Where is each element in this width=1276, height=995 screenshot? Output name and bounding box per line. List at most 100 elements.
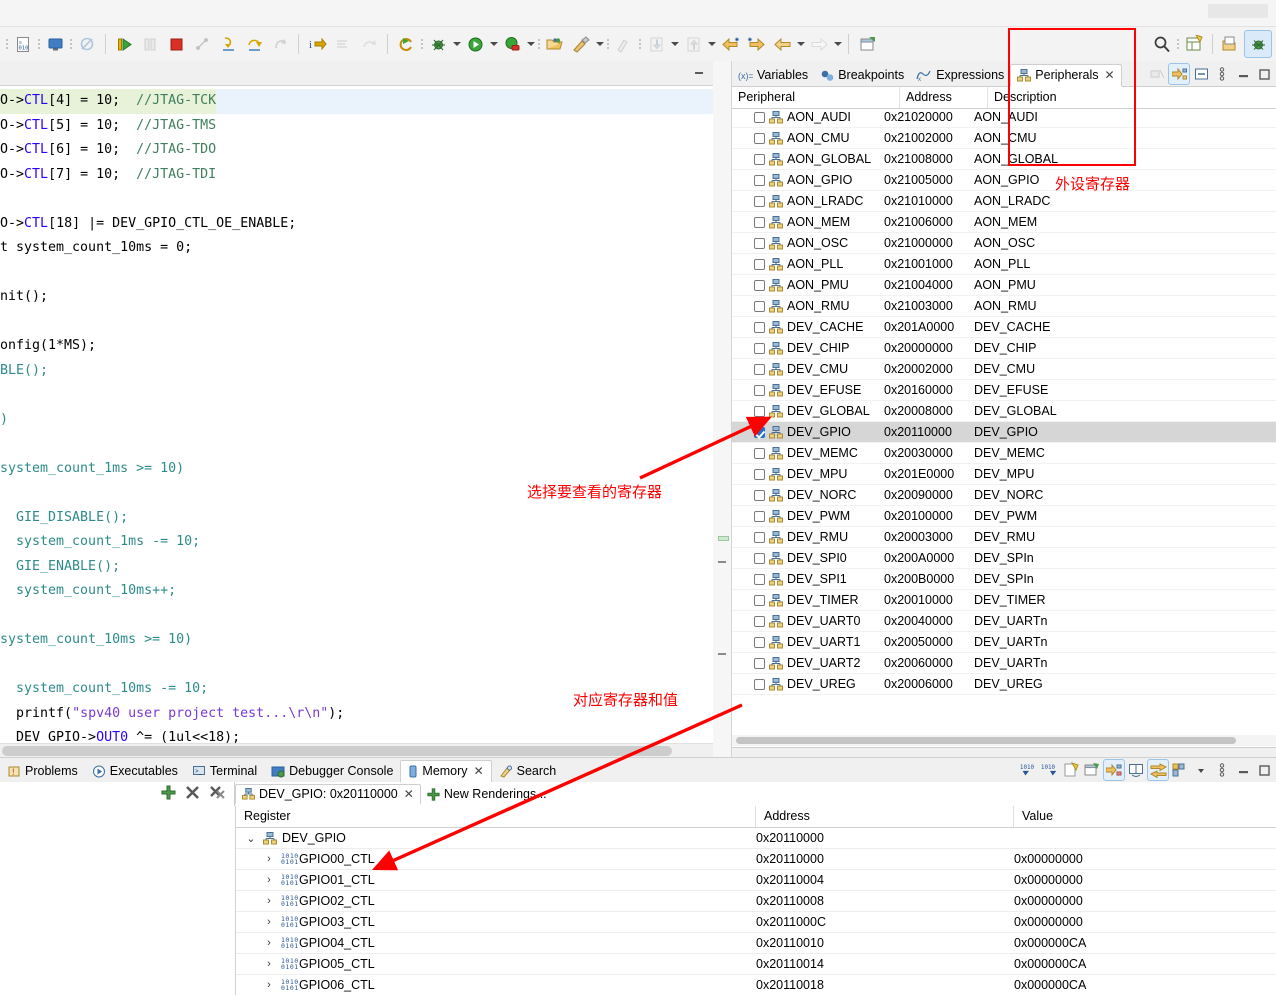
tab-breakpoints[interactable]: Breakpoints [814,65,910,86]
register-row[interactable]: ›10100101GPIO01_CTL0x201100040x00000000 [236,870,1276,891]
chevron-right-icon[interactable]: › [262,895,276,907]
step-return-icon[interactable] [267,31,293,57]
peripheral-name-cell[interactable]: DEV_NORC [732,488,884,502]
memory-monitors-pane[interactable] [0,806,235,995]
peripheral-name-cell[interactable]: DEV_EFUSE [732,383,884,397]
peripheral-name-cell[interactable]: DEV_UART2 [732,656,884,670]
back-icon[interactable] [769,31,795,57]
add-memory-monitor-icon[interactable] [161,785,176,803]
prev-annotation-icon[interactable]: ✷ [717,31,743,57]
close-icon[interactable]: ✕ [404,787,414,801]
coverage-dropdown-icon[interactable] [525,31,536,57]
clean-icon[interactable] [611,31,637,57]
toggle-sync-icon[interactable] [1147,759,1169,781]
editor-scroll-thumb[interactable] [2,746,672,756]
register-row[interactable]: ›10100101GPIO02_CTL0x201100080x00000000 [236,891,1276,912]
peripheral-checkbox[interactable] [754,637,765,648]
forward-dropdown-icon[interactable] [832,31,843,57]
peripheral-name-cell[interactable]: DEV_UREG [732,677,884,691]
next-page-icon[interactable]: 1010 [1019,760,1039,780]
peripherals-list[interactable]: AON_AUDI0x21020000AON_AUDIAON_CMU0x21002… [732,107,1276,735]
disconnect-icon[interactable] [189,31,215,57]
column-header-peripheral[interactable]: Peripheral [732,87,900,108]
peripheral-checkbox[interactable] [754,217,765,228]
skip-breakpoints-icon[interactable] [74,31,100,57]
peripheral-row[interactable]: DEV_CHIP0x20000000DEV_CHIP [732,338,1276,359]
peripheral-row[interactable]: AON_PLL0x21001000AON_PLL [732,254,1276,275]
peripheral-checkbox[interactable] [754,679,765,690]
chevron-down-icon[interactable]: ⌄ [244,832,258,845]
step-over-icon[interactable] [241,31,267,57]
peripheral-name-cell[interactable]: DEV_SPI0 [732,551,884,565]
peripheral-name-cell[interactable]: DEV_GLOBAL [732,404,884,418]
peripheral-row[interactable]: DEV_CACHE0x201A0000DEV_CACHE [732,317,1276,338]
debug-dropdown-icon[interactable] [451,31,462,57]
peripheral-checkbox[interactable] [754,133,765,144]
peripheral-name-cell[interactable]: DEV_CACHE [732,320,884,334]
terminate-icon[interactable] [163,31,189,57]
view-toolbar[interactable] [1147,63,1274,85]
peripheral-name-cell[interactable]: AON_CMU [732,131,884,145]
peripheral-name-cell[interactable]: AON_LRADC [732,194,884,208]
column-header-address[interactable]: Address [756,806,1014,827]
close-icon[interactable]: ✕ [474,764,484,778]
peripheral-name-cell[interactable]: AON_GPIO [732,173,884,187]
run-icon[interactable] [462,31,488,57]
peripheral-name-cell[interactable]: DEV_GPIO [732,425,884,439]
peripheral-checkbox[interactable] [754,616,765,627]
register-row[interactable]: ›10100101GPIO05_CTL0x201100140x000000CA [236,954,1276,975]
layout-dropdown-icon[interactable] [1191,760,1211,780]
prev-page-icon[interactable]: 1010 [1040,760,1060,780]
peripheral-checkbox[interactable] [754,658,765,669]
peripheral-row[interactable]: AON_GPIO0x21005000AON_GPIO [732,170,1276,191]
peripheral-row[interactable]: DEV_SPI00x200A0000DEV_SPIn [732,548,1276,569]
peripheral-checkbox[interactable] [754,322,765,333]
peripheral-row[interactable]: AON_AUDI0x21020000AON_AUDI [732,107,1276,128]
peripheral-checkbox[interactable] [754,112,765,123]
peripheral-checkbox[interactable] [754,343,765,354]
debug-perspective-icon[interactable] [1244,30,1272,58]
peripheral-name-cell[interactable]: DEV_SPI1 [732,572,884,586]
peripheral-row[interactable]: DEV_GPIO0x20110000DEV_GPIO [732,422,1276,443]
step-over-disabled-icon[interactable] [356,31,382,57]
editor-horizontal-scrollbar[interactable]: ▶ [0,743,731,758]
peripheral-checkbox[interactable] [754,280,765,291]
export-icon[interactable] [680,31,706,57]
column-header-value[interactable]: Value [1014,806,1276,827]
register-name-cell[interactable]: ›10100101GPIO03_CTL [236,915,756,929]
peripheral-row[interactable]: DEV_UREG0x20006000DEV_UREG [732,674,1276,695]
collapse-icon[interactable] [1191,64,1211,84]
bottom-tab-strip[interactable]: ! Problems Executables >_ Terminal Debug… [0,758,1276,783]
rendering-tab-dev-gpio[interactable]: DEV_GPIO: 0x20110000 ✕ [235,784,421,805]
register-row[interactable]: ⌄DEV_GPIO0x20110000 [236,828,1276,849]
peripheral-name-cell[interactable]: DEV_MPU [732,467,884,481]
peripherals-horizontal-scrollbar[interactable] [732,735,1276,746]
register-name-cell[interactable]: ›10100101GPIO02_CTL [236,894,756,908]
tab-terminal[interactable]: >_ Terminal [185,761,264,782]
suspend-icon[interactable] [137,31,163,57]
register-row[interactable]: ›10100101GPIO04_CTL0x201100100x000000CA [236,933,1276,954]
register-name-cell[interactable]: ›10100101GPIO00_CTL [236,852,756,866]
c-cpp-perspective-icon[interactable] [1218,31,1244,57]
peripheral-checkbox[interactable] [754,574,765,585]
register-name-cell[interactable]: ⌄DEV_GPIO [236,831,756,845]
editor-overview-ruler[interactable] [713,61,731,758]
peripheral-name-cell[interactable]: DEV_UART0 [732,614,884,628]
column-header-register[interactable]: Register [236,806,756,827]
peripheral-row[interactable]: DEV_CMU0x20002000DEV_CMU [732,359,1276,380]
peripheral-name-cell[interactable]: DEV_UART1 [732,635,884,649]
remove-all-memory-monitors-icon[interactable] [209,785,226,803]
tab-executables[interactable]: Executables [85,761,185,782]
new-window-icon[interactable] [854,31,880,57]
peripheral-name-cell[interactable]: DEV_CMU [732,362,884,376]
minimize-icon[interactable] [1233,760,1253,780]
register-column-headers[interactable]: Register Address Value [236,806,1276,828]
memory-monitor-actions[interactable] [0,782,235,806]
peripheral-row[interactable]: AON_PMU0x21004000AON_PMU [732,275,1276,296]
peripheral-row[interactable]: DEV_MEMC0x20030000DEV_MEMC [732,443,1276,464]
peripheral-checkbox[interactable] [754,238,765,249]
tab-debugger-console[interactable]: Debugger Console [264,761,400,782]
back-dropdown-icon[interactable] [795,31,806,57]
remove-memory-monitor-icon[interactable] [185,785,200,803]
perspective-new-icon[interactable] [1181,31,1207,57]
